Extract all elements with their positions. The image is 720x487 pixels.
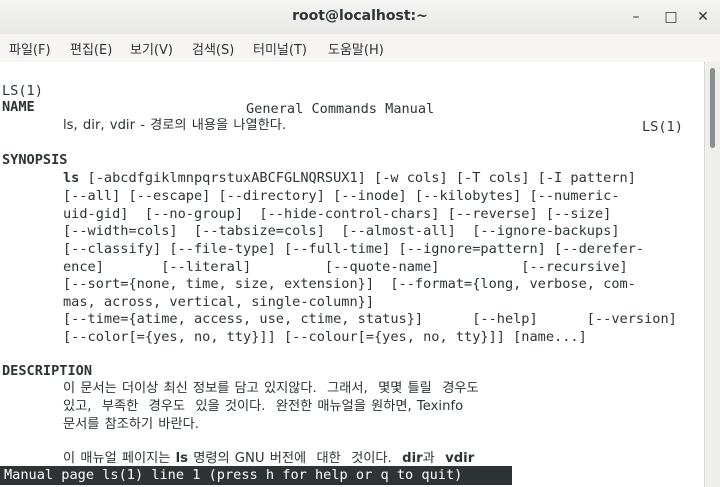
ls-command-ref: ls: [175, 451, 189, 466]
menu-view[interactable]: 보기(V): [130, 39, 173, 58]
scrollbar-thumb[interactable]: [710, 68, 715, 148]
synopsis-line: ence] [--literal] [--quote-name] [--recu…: [63, 259, 628, 275]
vdir-command-ref: vdir: [445, 451, 475, 466]
menu-terminal[interactable]: 터미널(T): [253, 39, 307, 58]
menu-edit[interactable]: 편집(E): [70, 39, 112, 58]
synopsis-command: ls: [63, 170, 80, 186]
name-description: ls, dir, vdir - 경로의 내용을 나열한다.: [63, 118, 287, 133]
name-heading: NAME: [2, 99, 35, 115]
synopsis-line: [--time={atime, access, use, ctime, stat…: [63, 311, 677, 327]
title-bar: root@localhost:~ – □ ✕: [0, 0, 720, 35]
maximize-icon[interactable]: □: [660, 7, 682, 27]
synopsis-line: [--color[={yes, no, tty}]] [--colour[={y…: [63, 329, 587, 345]
window-title: root@localhost:~: [292, 8, 428, 24]
synopsis-line: uid-gid] [--no-group] [--hide-control-ch…: [63, 206, 612, 222]
description-line: 있고, 부족한 경우도 있을 것이다. 완전한 매뉴얼을 원하면, Texinf…: [63, 399, 464, 414]
synopsis-line: mas, across, vertical, single-column}]: [63, 294, 374, 310]
man-header-right: LS(1): [642, 119, 683, 135]
minimize-icon[interactable]: –: [625, 7, 647, 27]
terminal-scrollbar[interactable]: [704, 62, 720, 487]
synopsis-options: [-abcdfgiklmnpqrstuxABCFGLNQRSUX1] [-w c…: [79, 170, 636, 186]
synopsis-line: [--sort={none, time, size, extension}] […: [63, 276, 636, 292]
terminal-output[interactable]: LS(1) General Commands Manual LS(1) NAME…: [0, 62, 704, 487]
description-text: 과: [422, 451, 446, 466]
pager-status-line: Manual page ls(1) line 1 (press h for he…: [0, 466, 512, 485]
terminal-window: root@localhost:~ – □ ✕ 파일(F) 편집(E) 보기(V)…: [0, 0, 720, 487]
menu-bar: 파일(F) 편집(E) 보기(V) 검색(S) 터미널(T) 도움말(H): [0, 34, 720, 63]
man-header-center: General Commands Manual: [246, 101, 435, 117]
description-line: 문서를 참조하기 바란다.: [63, 417, 199, 432]
menu-search[interactable]: 검색(S): [192, 39, 234, 58]
synopsis-line: [--all] [--escape] [--directory] [--inod…: [63, 188, 620, 204]
menu-file[interactable]: 파일(F): [9, 39, 51, 58]
synopsis-line: [--width=cols] [--tabsize=cols] [--almos…: [63, 223, 620, 239]
synopsis-line: ls [-abcdfgiklmnpqrstuxABCFGLNQRSUX1] [-…: [63, 169, 636, 187]
description-text: 이 매뉴얼 페이지는: [63, 451, 176, 466]
synopsis-line: [--classify] [--file-type] [--full-time]…: [63, 241, 645, 257]
description-line: 이 문서는 더이상 최신 정보를 담고 있지않다. 그래서, 몇몇 틀릴 경우도: [63, 381, 479, 396]
close-icon[interactable]: ✕: [692, 7, 714, 27]
description-heading: DESCRIPTION: [2, 363, 93, 379]
description-text: 명령의 GNU 버전에 대한 것이다.: [188, 451, 403, 466]
man-header: LS(1) General Commands Manual LS(1): [0, 64, 700, 135]
synopsis-heading: SYNOPSIS: [2, 152, 68, 168]
menu-help[interactable]: 도움말(H): [328, 39, 384, 58]
dir-command-ref: dir: [402, 451, 423, 466]
